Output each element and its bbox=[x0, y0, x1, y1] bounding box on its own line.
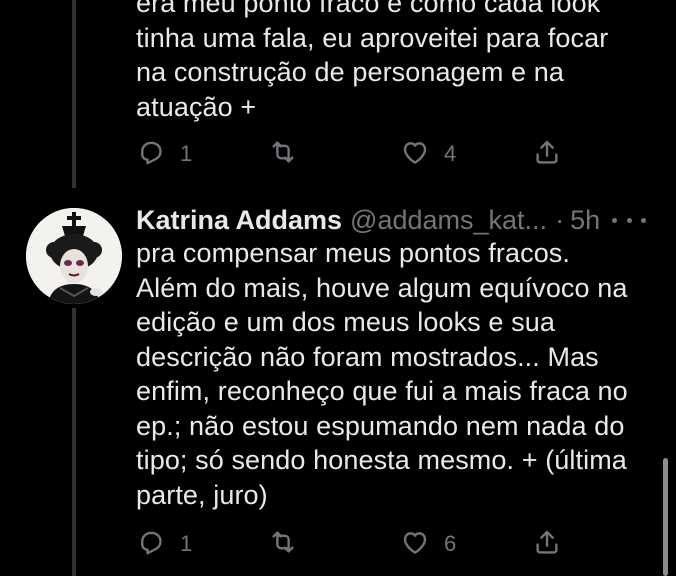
tweet-timestamp[interactable]: 5h bbox=[570, 205, 600, 236]
share-icon bbox=[532, 137, 562, 172]
author-name[interactable]: Katrina Addams bbox=[136, 205, 342, 236]
tweet1-like-button[interactable]: 4 bbox=[400, 134, 456, 174]
retweet-icon bbox=[268, 527, 298, 562]
reply-icon bbox=[136, 527, 166, 562]
scrollbar[interactable] bbox=[663, 458, 668, 576]
tweet2-like-button[interactable]: 6 bbox=[400, 524, 456, 564]
heart-icon bbox=[400, 527, 430, 562]
tweet2-share-button[interactable] bbox=[532, 524, 562, 564]
tweet2-header: Katrina Addams @addams_kat... · 5h bbox=[136, 203, 600, 237]
share-icon bbox=[532, 527, 562, 562]
tweet2-text: pra compensar meus pontos fracos. Além d… bbox=[136, 238, 628, 510]
reply-icon bbox=[136, 137, 166, 172]
tweet1-like-count: 4 bbox=[444, 141, 457, 166]
tweet1-share-button[interactable] bbox=[532, 134, 562, 174]
retweet-icon bbox=[268, 137, 298, 172]
tweet2-like-count: 6 bbox=[444, 531, 457, 556]
tweet1-reply-count: 1 bbox=[180, 141, 193, 166]
more-icon[interactable] bbox=[612, 208, 646, 232]
tweet2-reply-button[interactable]: 1 bbox=[136, 524, 192, 564]
heart-icon bbox=[400, 137, 430, 172]
tweet1-text: era meu ponto fraco e como cada look tin… bbox=[136, 0, 609, 122]
tweet2-actions: 1 6 bbox=[0, 524, 676, 564]
tweet1-retweet-button[interactable] bbox=[268, 134, 312, 174]
avatar-image bbox=[26, 208, 122, 304]
tweet1-reply-button[interactable]: 1 bbox=[136, 134, 192, 174]
tweet2-reply-count: 1 bbox=[180, 531, 193, 556]
tweet1-actions: 1 4 bbox=[0, 134, 676, 174]
separator-dot: · bbox=[555, 204, 565, 235]
tweet2-retweet-button[interactable] bbox=[268, 524, 312, 564]
author-handle[interactable]: @addams_kat... bbox=[350, 205, 547, 236]
avatar[interactable] bbox=[26, 208, 122, 304]
